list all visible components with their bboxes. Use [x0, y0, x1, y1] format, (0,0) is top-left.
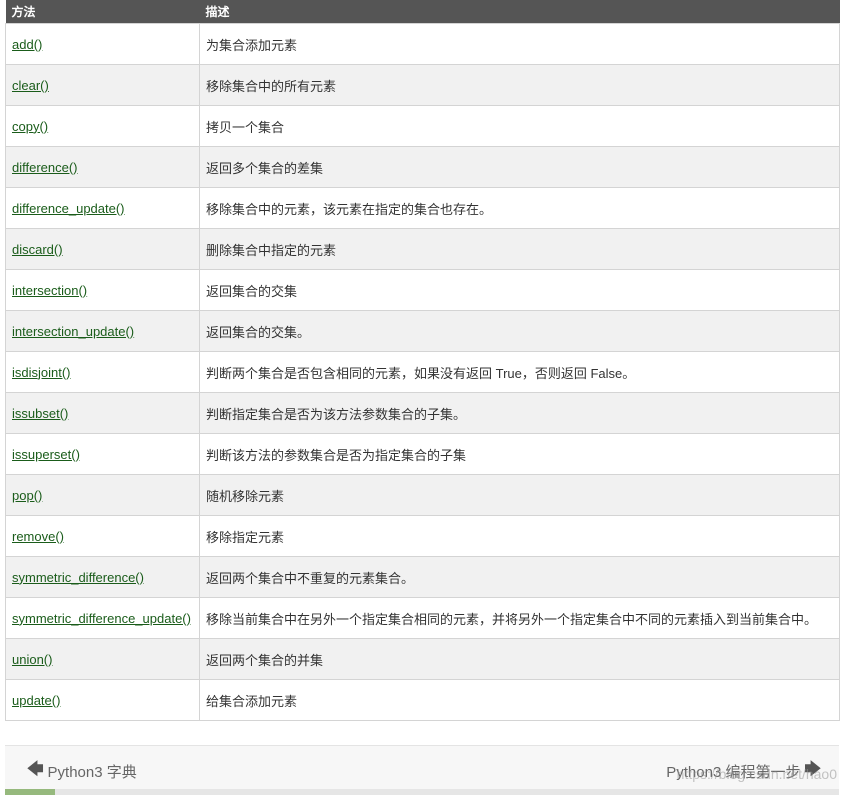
table-row: symmetric_difference() 返回两个集合中不重复的元素集合。 [5, 556, 840, 598]
method-cell: copy() [5, 105, 200, 147]
description-cell: 返回两个集合中不重复的元素集合。 [199, 556, 840, 598]
table-row: union() 返回两个集合的并集 [5, 638, 840, 680]
method-link[interactable]: difference() [12, 160, 78, 175]
method-link[interactable]: symmetric_difference_update() [12, 611, 191, 626]
description-cell: 移除指定元素 [199, 515, 840, 557]
description-cell: 为集合添加元素 [199, 23, 840, 65]
pagination-bar: 🡄 Python3 字典 Python3 编程第一步 🡆 [5, 745, 839, 790]
method-link[interactable]: difference_update() [12, 201, 125, 216]
method-link[interactable]: union() [12, 652, 52, 667]
scroll-progress-fill [5, 789, 56, 795]
scroll-progress-bar [5, 789, 839, 795]
method-link[interactable]: intersection() [12, 283, 87, 298]
description-cell: 返回集合的交集。 [199, 310, 840, 352]
table-header-row: 方法 描述 [5, 0, 840, 24]
page: 方法 描述 add() 为集合添加元素 clear() 移除集合中的所有元素 copy(… [0, 0, 845, 795]
method-cell: remove() [5, 515, 200, 557]
method-cell: clear() [5, 64, 200, 106]
description-cell: 判断该方法的参数集合是否为指定集合的子集 [199, 433, 840, 475]
description-cell: 返回两个集合的并集 [199, 638, 840, 680]
method-cell: pop() [5, 474, 200, 516]
arrow-right-icon: 🡆 [804, 761, 821, 778]
method-cell: symmetric_difference_update() [5, 597, 200, 639]
method-cell: isdisjoint() [5, 351, 200, 393]
description-cell: 返回多个集合的差集 [199, 146, 840, 188]
description-cell: 返回集合的交集 [199, 269, 840, 311]
method-link[interactable]: pop() [12, 488, 42, 503]
next-page-label: Python3 编程第一步 [666, 764, 801, 781]
method-cell: difference_update() [5, 187, 200, 229]
description-cell: 拷贝一个集合 [199, 105, 840, 147]
table-row: copy() 拷贝一个集合 [5, 105, 840, 147]
method-cell: issuperset() [5, 433, 200, 475]
method-link[interactable]: isdisjoint() [12, 365, 71, 380]
prev-page-label: Python3 字典 [47, 764, 137, 781]
method-cell: intersection() [5, 269, 200, 311]
method-link[interactable]: symmetric_difference() [12, 570, 144, 585]
table-row: intersection() 返回集合的交集 [5, 269, 840, 311]
method-link[interactable]: add() [12, 37, 42, 52]
method-link[interactable]: issuperset() [12, 447, 80, 462]
description-cell: 删除集合中指定的元素 [199, 228, 840, 270]
method-cell: difference() [5, 146, 200, 188]
table-row: update() 给集合添加元素 [5, 679, 840, 721]
method-cell: intersection_update() [5, 310, 200, 352]
table-row: clear() 移除集合中的所有元素 [5, 64, 840, 106]
method-link[interactable]: discard() [12, 242, 63, 257]
table-row: discard() 删除集合中指定的元素 [5, 228, 840, 270]
method-link[interactable]: intersection_update() [12, 324, 134, 339]
column-header-method: 方法 [5, 0, 200, 24]
set-methods-table: 方法 描述 add() 为集合添加元素 clear() 移除集合中的所有元素 copy(… [5, 0, 840, 721]
method-cell: add() [5, 23, 200, 65]
description-cell: 移除集合中的元素，该元素在指定的集合也存在。 [199, 187, 840, 229]
method-link[interactable]: remove() [12, 529, 64, 544]
description-cell: 随机移除元素 [199, 474, 840, 516]
next-page-link[interactable]: Python3 编程第一步 🡆 [666, 758, 821, 785]
table-row: remove() 移除指定元素 [5, 515, 840, 557]
arrow-left-icon: 🡄 [27, 761, 44, 778]
table-row: difference_update() 移除集合中的元素，该元素在指定的集合也存在… [5, 187, 840, 229]
table-row: issubset() 判断指定集合是否为该方法参数集合的子集。 [5, 392, 840, 434]
description-cell: 移除当前集合中在另外一个指定集合相同的元素，并将另外一个指定集合中不同的元素插入… [199, 597, 840, 639]
method-cell: issubset() [5, 392, 200, 434]
table-row: isdisjoint() 判断两个集合是否包含相同的元素，如果没有返回 True，… [5, 351, 840, 393]
method-link[interactable]: clear() [12, 78, 49, 93]
method-cell: update() [5, 679, 200, 721]
description-cell: 判断两个集合是否包含相同的元素，如果没有返回 True，否则返回 False。 [199, 351, 840, 393]
table-row: symmetric_difference_update() 移除当前集合中在另外一… [5, 597, 840, 639]
method-link[interactable]: issubset() [12, 406, 68, 421]
method-cell: symmetric_difference() [5, 556, 200, 598]
description-cell: 移除集合中的所有元素 [199, 64, 840, 106]
table-row: intersection_update() 返回集合的交集。 [5, 310, 840, 352]
method-link[interactable]: update() [12, 693, 60, 708]
description-cell: 判断指定集合是否为该方法参数集合的子集。 [199, 392, 840, 434]
prev-page-link[interactable]: 🡄 Python3 字典 [27, 758, 137, 785]
table-row: difference() 返回多个集合的差集 [5, 146, 840, 188]
description-cell: 给集合添加元素 [199, 679, 840, 721]
method-cell: union() [5, 638, 200, 680]
table-body: add() 为集合添加元素 clear() 移除集合中的所有元素 copy() 拷贝一个集… [5, 23, 840, 721]
column-header-description: 描述 [199, 0, 840, 24]
table-row: add() 为集合添加元素 [5, 23, 840, 65]
method-link[interactable]: copy() [12, 119, 48, 134]
table-row: pop() 随机移除元素 [5, 474, 840, 516]
table-row: issuperset() 判断该方法的参数集合是否为指定集合的子集 [5, 433, 840, 475]
method-cell: discard() [5, 228, 200, 270]
